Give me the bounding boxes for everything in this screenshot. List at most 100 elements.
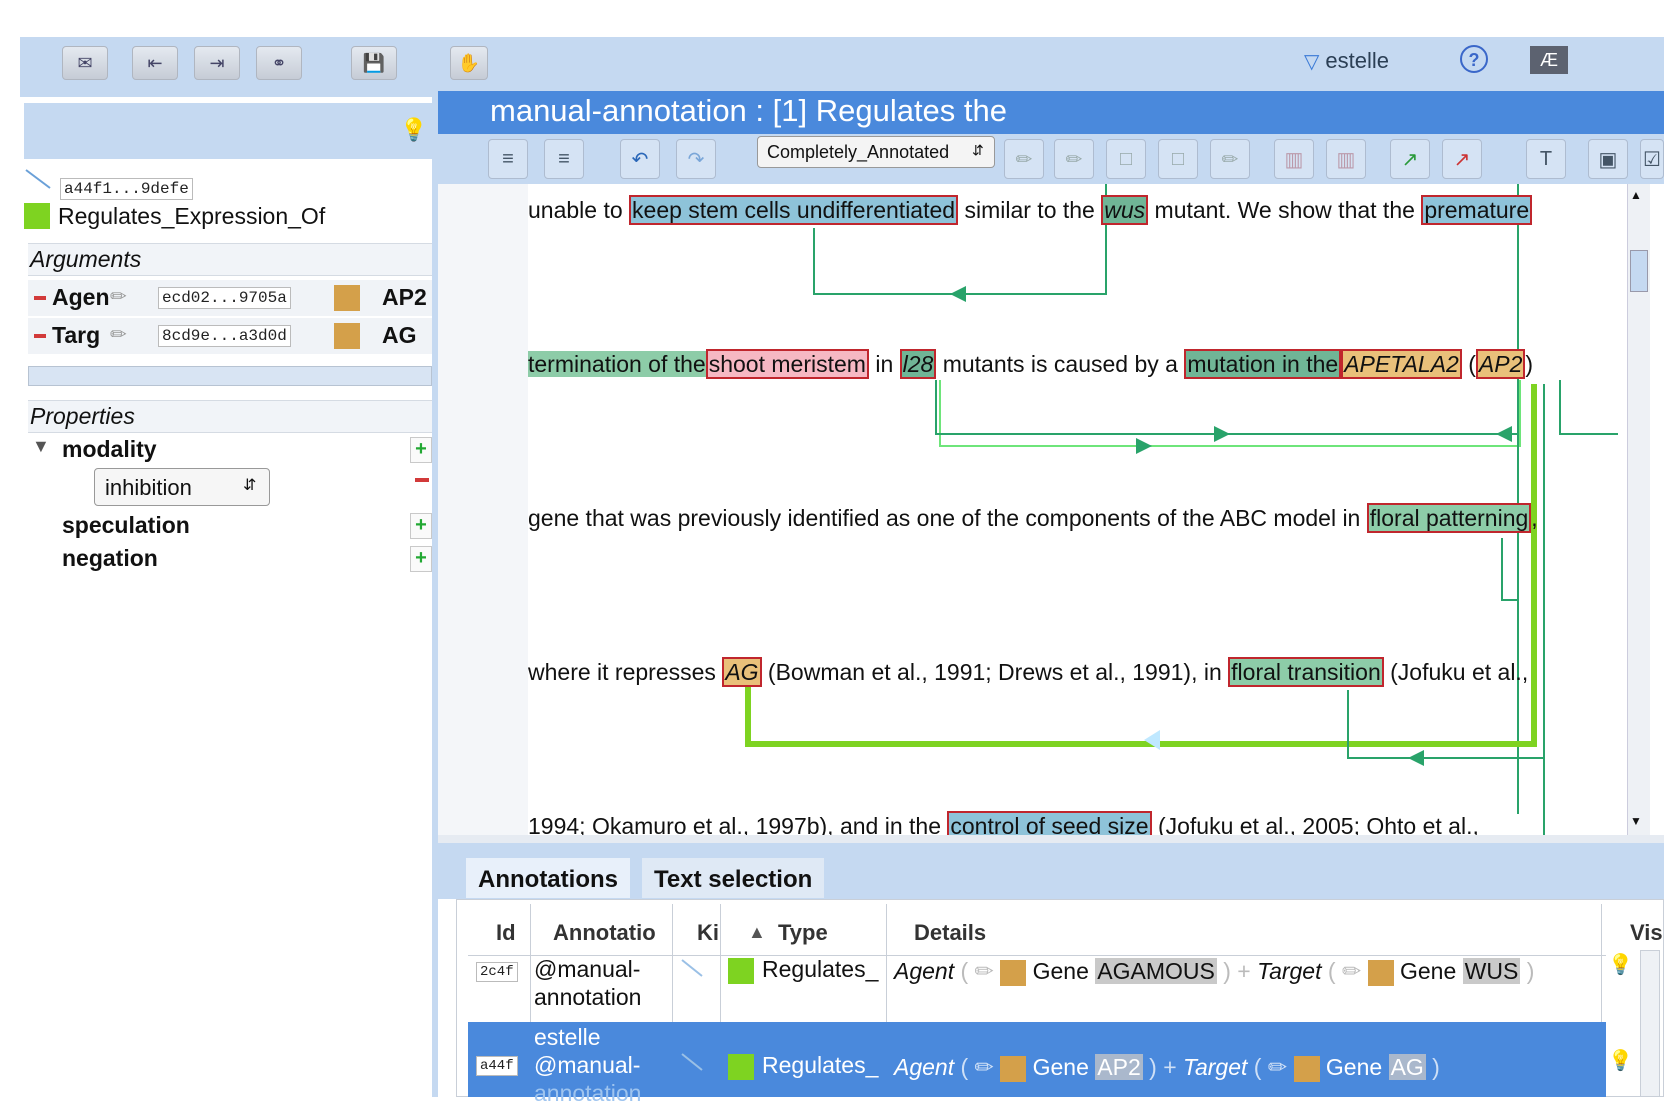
remove-tag-icon[interactable]: ✏ [1054,139,1094,179]
user-menu[interactable]: ▽ estelle [1304,48,1389,74]
agent-label: Agent [894,1054,955,1080]
lightbulb-icon[interactable]: 💡 [1608,952,1633,977]
collapse-triangle-icon[interactable]: ▼ [32,436,50,457]
plus-sign: + [1163,1054,1177,1080]
remove-argument-icon[interactable] [34,296,46,300]
nav-previous-icon[interactable]: ⇤ [132,46,178,80]
agent-value: AGAMOUS [1095,958,1217,984]
tag-icon[interactable]: ✏ [110,322,127,347]
document-scrollbar[interactable]: ▲ ▼ [1627,184,1650,835]
sort-ascending-icon[interactable]: ▲ [748,922,766,943]
column-details[interactable]: Details [914,920,986,946]
bottom-panel-splitter[interactable] [438,835,1664,843]
horizontal-scrollbar[interactable] [28,366,432,386]
row-annotator: annotation [534,1080,642,1106]
entity-span[interactable]: termination of the [528,351,706,377]
target-value: AG [1388,1054,1426,1080]
modality-select[interactable]: inhibition ⇵ [94,468,270,506]
column-id[interactable]: Id [496,920,516,946]
add-tag-icon[interactable]: ✏ [1004,139,1044,179]
ae-icon[interactable]: Æ [1530,46,1568,74]
agent-kind: Gene [1032,958,1089,984]
entity-span[interactable]: shoot meristem [705,349,869,379]
remove-group-icon[interactable]: ▥ [1326,139,1366,179]
entity-span[interactable]: mutation in the [1184,349,1342,379]
entity-span[interactable]: floral transition [1228,657,1384,687]
arguments-header: Arguments [28,243,432,276]
add-relation-icon[interactable]: ↗ [1390,139,1430,179]
lightbulb-icon[interactable]: 💡 [400,117,427,143]
property-negation: negation [62,545,158,571]
checklist-icon[interactable]: ☑ [1640,139,1664,179]
remove-span-icon[interactable]: □ [1158,139,1198,179]
text-line: gene that was previously identified as o… [528,503,1538,533]
entity-span[interactable]: premature [1421,195,1533,225]
relation-type: Regulates_Expression_Of [58,203,326,229]
text-line: unable to keep stem cells undifferentiat… [528,195,1533,225]
image-icon[interactable]: ▣ [1588,139,1628,179]
left-panel-splitter[interactable] [20,91,432,97]
add-group-icon[interactable]: ▥ [1274,139,1314,179]
entity-span[interactable]: AP2 [1475,349,1526,379]
link-icon[interactable]: ⚭ [256,46,302,80]
target-label: Target [1183,1054,1248,1080]
add-property-icon[interactable]: + [410,546,432,572]
scroll-up-icon[interactable]: ▲ [1630,188,1642,202]
entity-span[interactable]: floral patterning [1366,503,1532,533]
nav-next-icon[interactable]: ⇥ [194,46,240,80]
merge-tag-icon[interactable]: ✏ [1210,139,1250,179]
target-label: Target [1257,958,1322,984]
row-type: Regulates_ [762,1052,879,1078]
text: unable to [528,197,630,223]
text-line: termination of the shoot meristem in l28 … [528,349,1533,379]
tab-annotations[interactable]: Annotations [466,858,630,898]
text: (Bowman et al., 1991; Drews et al., 1991… [761,659,1229,685]
entity-span[interactable]: AG [722,657,762,687]
status-select-value: Completely_Annotated [767,142,950,162]
help-icon[interactable]: ? [1460,45,1488,73]
column-visibility[interactable]: Vis [1630,920,1663,946]
lightbulb-icon[interactable]: 💡 [1608,1048,1633,1073]
gene-color [1367,959,1394,986]
undo-icon[interactable]: ↶ [620,139,660,179]
redo-icon[interactable]: ↷ [676,139,716,179]
agent-value: AP2 [1095,1054,1143,1080]
align-top-icon[interactable]: ≡ [488,139,528,179]
row-annotator: @manual- [534,956,641,982]
status-select[interactable]: Completely_Annotated ⇵ [757,136,995,168]
chevron-down-icon: ▽ [1304,51,1320,73]
remove-argument-icon[interactable] [34,334,46,338]
properties-header: Properties [28,400,432,433]
import-icon[interactable]: ✉ [62,46,108,80]
tag-icon[interactable]: ✏ [110,284,127,309]
target-kind: Gene [1400,958,1457,984]
column-annotator[interactable]: Annotatio [553,920,656,946]
property-modality: modality [62,436,157,462]
column-type[interactable]: Type [778,920,828,946]
handshake-icon[interactable]: ✋ [450,46,488,80]
add-property-icon[interactable]: + [410,437,432,463]
row-annotator: @manual- [534,1052,641,1078]
entity-span[interactable]: keep stem cells undifferentiated [629,195,959,225]
entity-span[interactable]: wus [1101,195,1149,225]
argument-id: ecd02...9705a [158,287,291,309]
add-span-icon[interactable]: □ [1106,139,1146,179]
entity-span[interactable]: APETALA2 [1341,349,1462,379]
remove-relation-icon[interactable]: ↗ [1442,139,1482,179]
type-color [728,958,754,984]
text-style-icon[interactable]: T [1526,139,1566,179]
entity-span[interactable]: l28 [899,349,937,379]
row-details: Agent ( ✏ Gene AGAMOUS ) + Target ( ✏ Ge… [894,958,1535,986]
tab-text-selection[interactable]: Text selection [642,858,825,898]
scroll-thumb[interactable] [1630,250,1648,292]
add-property-icon[interactable]: + [410,513,432,539]
type-color [728,1054,754,1080]
table-scrollbar[interactable] [1640,950,1660,1097]
remove-value-icon[interactable] [415,478,429,482]
column-kind[interactable]: Ki [697,920,719,946]
target-kind: Gene [1325,1054,1383,1080]
argument-value: AP2 [382,284,427,310]
align-bottom-icon[interactable]: ≡ [544,139,584,179]
scroll-down-icon[interactable]: ▼ [1630,814,1642,828]
save-icon[interactable]: 💾 [351,46,397,80]
